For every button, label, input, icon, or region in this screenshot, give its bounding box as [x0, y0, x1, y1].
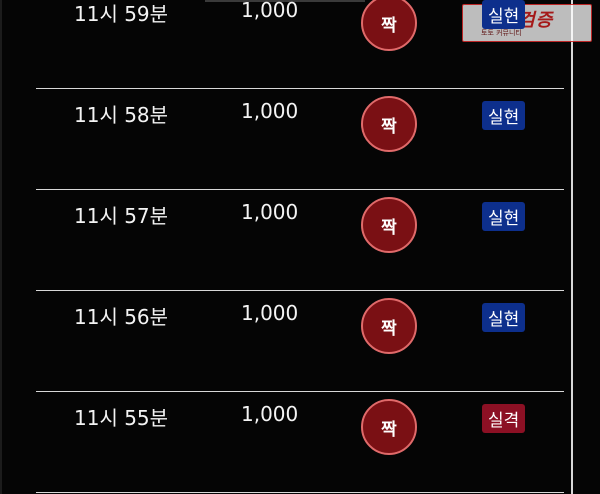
round-time: 11시 55분: [74, 406, 169, 430]
list-item: 11시 56분 1,000 짝 실현: [36, 291, 564, 392]
bet-amount: 1,000: [241, 301, 299, 325]
list-item: 11시 57분 1,000 짝 실현: [36, 190, 564, 291]
bet-amount: 1,000: [241, 0, 299, 22]
bet-amount: 1,000: [241, 200, 299, 224]
result-badge: 실현: [482, 303, 526, 332]
round-time: 11시 59분: [74, 2, 169, 26]
list-item: 11시 58분 1,000 짝 실현: [36, 89, 564, 190]
result-badge: 실격: [482, 404, 526, 433]
bet-amount: 1,000: [241, 99, 299, 123]
result-badge: 실현: [482, 101, 526, 130]
list-item: 11시 55분 1,000 짝 실격: [36, 392, 564, 493]
frame-left-border: [0, 0, 2, 494]
bet-amount: 1,000: [241, 402, 299, 426]
bet-choice-badge: 짝: [361, 298, 417, 354]
round-time: 11시 56분: [74, 305, 169, 329]
bet-choice-badge: 짝: [361, 0, 417, 51]
result-badge: 실현: [482, 0, 526, 29]
result-badge: 실현: [482, 202, 526, 231]
round-time: 11시 58분: [74, 103, 169, 127]
list-item: 11시 59분 1,000 짝 실현: [36, 0, 564, 89]
frame-right-border: [571, 0, 573, 494]
bet-choice-badge: 짝: [361, 399, 417, 455]
round-time: 11시 57분: [74, 204, 169, 228]
bet-choice-badge: 짝: [361, 96, 417, 152]
bet-choice-badge: 짝: [361, 197, 417, 253]
